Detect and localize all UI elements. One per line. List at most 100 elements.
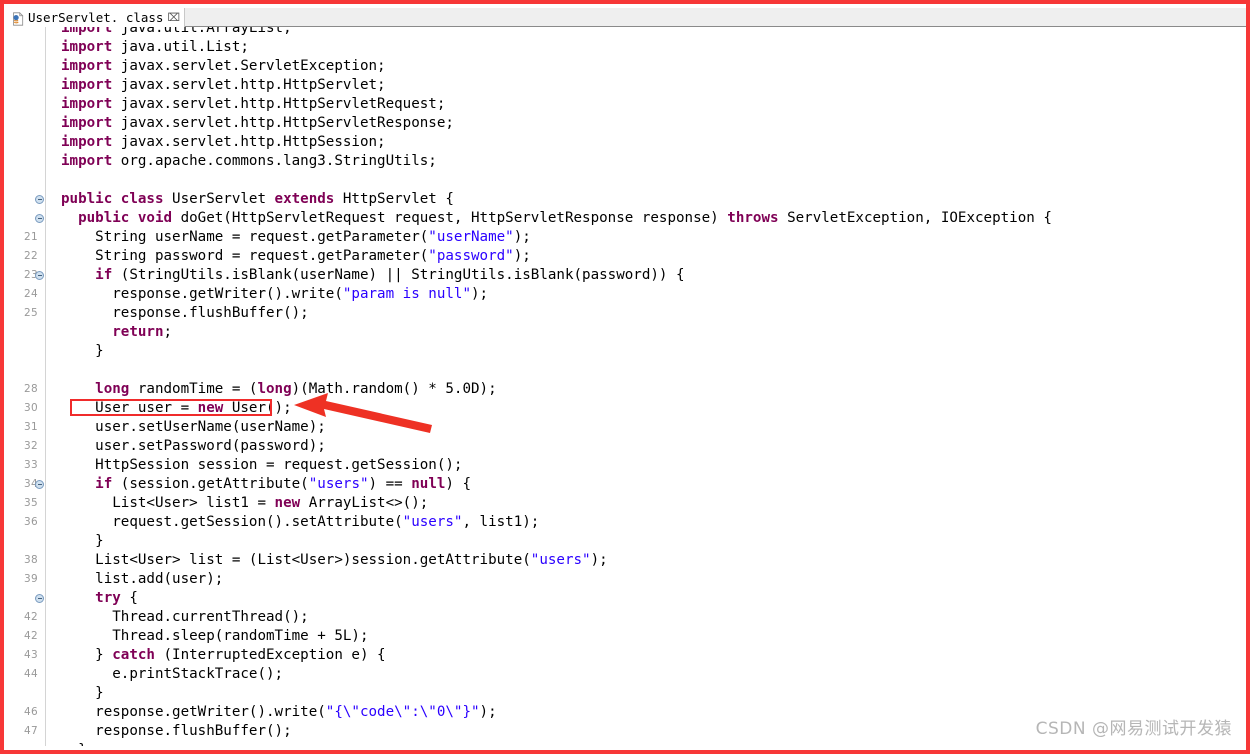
tab-userservlet-class[interactable]: UserServlet. class ⌧ — [8, 8, 186, 27]
code-line[interactable]: import javax.servlet.http.HttpServlet; — [8, 76, 1246, 95]
code-line[interactable]: public void doGet(HttpServletRequest req… — [8, 209, 1246, 228]
code-text: import javax.servlet.http.HttpServletRes… — [61, 115, 454, 131]
code-line[interactable]: 24 response.getWriter().write("param is … — [8, 285, 1246, 304]
code-text: e.printStackTrace(); — [61, 666, 284, 682]
code-text: HttpSession session = request.getSession… — [61, 457, 463, 473]
line-number: 32 — [24, 440, 38, 452]
line-number: 47 — [24, 725, 38, 737]
code-text: import javax.servlet.http.HttpSession; — [61, 134, 386, 150]
code-text: } — [61, 533, 104, 549]
line-number: 24 — [24, 288, 38, 300]
code-text: } — [61, 741, 87, 746]
code-text: try { — [95, 590, 138, 606]
code-line[interactable]: import java.util.List; — [8, 38, 1246, 57]
code-line[interactable]: import java.util.ArrayList; — [8, 27, 1246, 38]
code-text: import org.apache.commons.lang3.StringUt… — [61, 153, 437, 169]
fold-toggle-icon[interactable] — [35, 214, 44, 223]
code-text: request.getSession().setAttribute("users… — [61, 514, 540, 530]
line-number: 34 — [24, 478, 38, 490]
code-line[interactable]: 31 user.setUserName(userName); — [8, 418, 1246, 437]
code-text: import java.util.ArrayList; — [61, 27, 292, 36]
code-line[interactable]: 42 Thread.sleep(randomTime + 5L); — [8, 627, 1246, 646]
code-line[interactable]: import javax.servlet.http.HttpServletRes… — [8, 114, 1246, 133]
line-number: 39 — [24, 573, 38, 585]
csdn-watermark: CSDN @网易测试开发猿 — [1035, 719, 1232, 739]
code-text: Thread.currentThread(); — [61, 609, 309, 625]
code-line[interactable]: return; — [8, 323, 1246, 342]
code-line[interactable]: 22 String password = request.getParamete… — [8, 247, 1246, 266]
code-line[interactable]: try { — [8, 589, 1246, 608]
line-number: 44 — [24, 668, 38, 680]
code-line[interactable]: 21 String userName = request.getParamete… — [8, 228, 1246, 247]
code-line[interactable]: } — [8, 532, 1246, 551]
code-text: String password = request.getParameter("… — [61, 248, 531, 264]
code-line[interactable] — [8, 171, 1246, 190]
editor-tab-bar: UserServlet. class ⌧ — [8, 8, 1246, 27]
code-editor[interactable]: import java.util.ArrayList; import java.u… — [8, 27, 1246, 746]
code-line[interactable] — [8, 361, 1246, 380]
annotated-editor-frame: UserServlet. class ⌧ import java.util.Ar… — [0, 0, 1250, 754]
code-line[interactable]: 39 list.add(user); — [8, 570, 1246, 589]
code-line[interactable]: import org.apache.commons.lang3.StringUt… — [8, 152, 1246, 171]
code-line[interactable]: } — [8, 741, 1246, 746]
code-line[interactable]: } — [8, 684, 1246, 703]
line-number: 35 — [24, 497, 38, 509]
code-line[interactable]: import javax.servlet.ServletException; — [8, 57, 1246, 76]
code-line[interactable]: 44 e.printStackTrace(); — [8, 665, 1246, 684]
code-text: long randomTime = (long)(Math.random() *… — [95, 381, 497, 397]
code-text: String userName = request.getParameter("… — [61, 229, 531, 245]
code-text: list.add(user); — [61, 571, 224, 587]
line-number: 23 — [24, 269, 38, 281]
line-number: 42 — [24, 630, 38, 642]
code-line[interactable]: public class UserServlet extends HttpSer… — [8, 190, 1246, 209]
code-line[interactable]: 30 User user = new User(); — [8, 399, 1246, 418]
code-text: import java.util.List; — [61, 39, 249, 55]
java-class-file-icon — [11, 11, 25, 26]
code-text: import javax.servlet.http.HttpServlet; — [61, 77, 386, 93]
code-text: response.getWriter().write("param is nul… — [61, 286, 489, 302]
code-text: import javax.servlet.ServletException; — [61, 58, 386, 74]
code-line[interactable]: 43 } catch (InterruptedException e) { — [8, 646, 1246, 665]
code-line[interactable]: 35 List<User> list1 = new ArrayList<>(); — [8, 494, 1246, 513]
tab-label: UserServlet. class — [28, 10, 164, 25]
code-line[interactable]: 28 long randomTime = (long)(Math.random(… — [8, 380, 1246, 399]
code-line[interactable]: 32 user.setPassword(password); — [8, 437, 1246, 456]
code-line[interactable]: 25 response.flushBuffer(); — [8, 304, 1246, 323]
line-number: 21 — [24, 231, 38, 243]
code-text: User user = new User(); — [61, 400, 292, 416]
close-icon[interactable]: ⌧ — [166, 8, 180, 27]
fold-toggle-icon[interactable] — [35, 480, 44, 489]
code-line[interactable]: 33 HttpSession session = request.getSess… — [8, 456, 1246, 475]
code-text: List<User> list1 = new ArrayList<>(); — [61, 495, 429, 511]
fold-toggle-icon[interactable] — [35, 594, 44, 603]
code-text: if (session.getAttribute("users") == nul… — [95, 476, 472, 492]
code-line[interactable]: } — [8, 342, 1246, 361]
line-number: 31 — [24, 421, 38, 433]
code-text: return; — [112, 324, 173, 340]
line-number: 33 — [24, 459, 38, 471]
code-lines-container[interactable]: import java.util.ArrayList; import java.u… — [8, 27, 1246, 746]
line-number: 25 — [24, 307, 38, 319]
fold-toggle-icon[interactable] — [35, 271, 44, 280]
code-text: if (StringUtils.isBlank(userName) || Str… — [95, 267, 685, 283]
code-text: public class UserServlet extends HttpSer… — [61, 191, 454, 207]
code-line[interactable]: 42 Thread.currentThread(); — [8, 608, 1246, 627]
code-line[interactable]: 38 List<User> list = (List<User>)session… — [8, 551, 1246, 570]
fold-toggle-icon[interactable] — [35, 195, 44, 204]
line-number: 28 — [24, 383, 38, 395]
code-text: List<User> list = (List<User>)session.ge… — [61, 552, 608, 568]
code-text: public void doGet(HttpServletRequest req… — [78, 210, 1052, 226]
code-text: Thread.sleep(randomTime + 5L); — [61, 628, 369, 644]
code-line[interactable]: 36 request.getSession().setAttribute("us… — [8, 513, 1246, 532]
line-number: 42 — [24, 611, 38, 623]
code-line[interactable]: import javax.servlet.http.HttpServletReq… — [8, 95, 1246, 114]
tab-bar-empty-area — [185, 8, 1246, 26]
line-number: 36 — [24, 516, 38, 528]
line-number: 30 — [24, 402, 38, 414]
code-text: response.getWriter().write("{\"code\":\"… — [61, 704, 497, 720]
code-line[interactable]: import javax.servlet.http.HttpSession; — [8, 133, 1246, 152]
code-text: import javax.servlet.http.HttpServletReq… — [61, 96, 446, 112]
line-number: 38 — [24, 554, 38, 566]
code-line[interactable]: 34 if (session.getAttribute("users") == … — [8, 475, 1246, 494]
code-line[interactable]: 23 if (StringUtils.isBlank(userName) || … — [8, 266, 1246, 285]
